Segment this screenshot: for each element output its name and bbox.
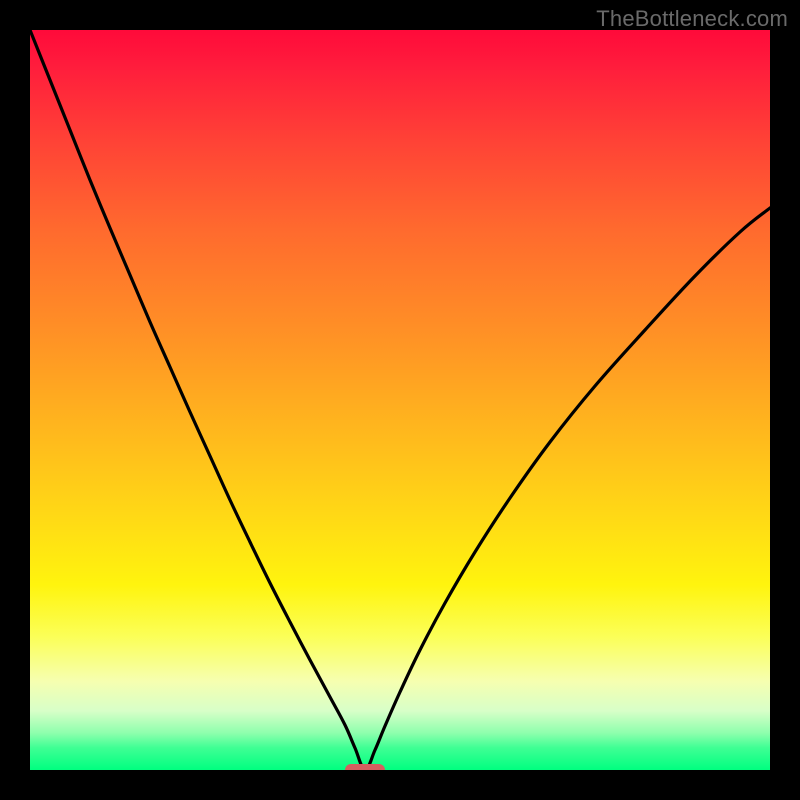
- watermark-text: TheBottleneck.com: [596, 6, 788, 32]
- plot-area: [30, 30, 770, 770]
- chart-frame: TheBottleneck.com: [0, 0, 800, 800]
- bottleneck-curve: [30, 30, 770, 770]
- minimum-marker: [345, 764, 385, 770]
